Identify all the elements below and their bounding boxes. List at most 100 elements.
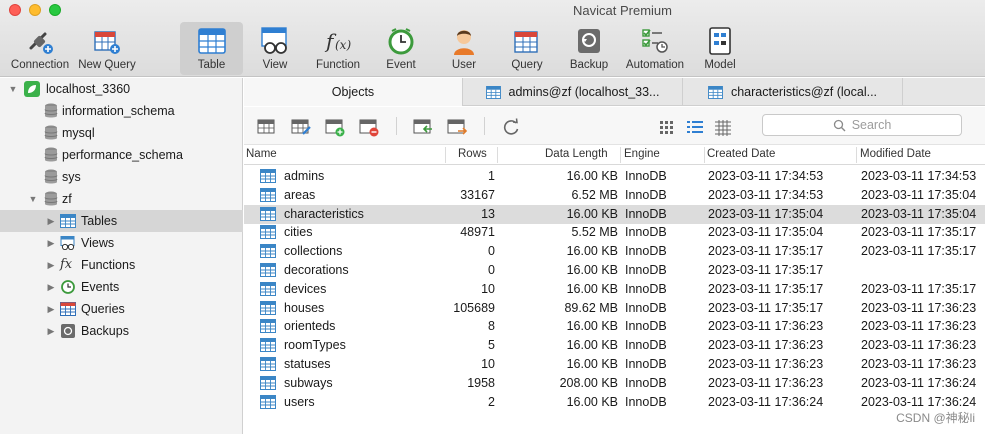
cell-name: statuses [284, 357, 331, 371]
tree-backups[interactable]: ▶ Backups [0, 320, 243, 342]
new-table-icon[interactable] [324, 117, 346, 137]
tab-label: admins@zf (localhost_33... [508, 85, 660, 99]
search-input[interactable]: Search [762, 114, 962, 136]
column-header-rows[interactable]: Rows [458, 148, 487, 160]
cell-modified-date: 2023-03-11 17:35:17 [861, 225, 977, 240]
table-icon [196, 25, 228, 57]
plug-icon [24, 25, 56, 57]
toolbar-label: Connection [10, 59, 70, 71]
tree-db-mysql[interactable]: mysql [0, 122, 243, 144]
cell-data-length: 5.52 MB [571, 225, 618, 240]
table-icon [260, 375, 276, 390]
delete-table-icon[interactable] [358, 117, 380, 137]
backup-button[interactable]: Backup [566, 22, 612, 75]
database-name: performance_schema [62, 148, 183, 162]
tree-events[interactable]: ▶ Events [0, 276, 243, 298]
open-table-icon[interactable] [256, 117, 278, 137]
table-row[interactable]: subways 1958 208.00 KB InnoDB 2023-03-11 17:… [244, 374, 985, 393]
connection-button[interactable]: Connection [8, 22, 72, 75]
function-button[interactable]: f (x) Function [310, 22, 366, 75]
table-row[interactable]: users 2 16.00 KB InnoDB 2023-03-11 17:36:24 2… [244, 393, 985, 412]
table-row[interactable]: areas 33167 6.52 MB InnoDB 2023-03-11 17:34:… [244, 186, 985, 205]
grid-view-icon[interactable] [656, 117, 678, 137]
cell-data-length: 16.00 KB [566, 357, 618, 371]
list-view-icon[interactable] [684, 117, 706, 137]
cell-created-date: 2023-03-11 17:34:53 [708, 187, 824, 202]
expand-triangle-icon[interactable]: ▶ [46, 304, 56, 314]
expand-triangle-icon[interactable]: ▼ [28, 194, 38, 204]
tree-db-information-schema[interactable]: information_schema [0, 100, 243, 122]
tab-bar: Objects admins@zf (localhost_33... chara… [244, 78, 985, 106]
refresh-icon[interactable] [500, 117, 522, 137]
tree-queries[interactable]: ▶ Queries [0, 298, 243, 320]
expand-triangle-icon[interactable]: ▶ [46, 260, 56, 270]
tree-db-sys[interactable]: sys [0, 166, 243, 188]
tree-db-zf[interactable]: ▼ zf [0, 188, 243, 210]
table-icon [260, 206, 276, 221]
table-row[interactable]: characteristics 13 16.00 KB InnoDB 2023-03-1… [244, 204, 985, 224]
expand-triangle-icon[interactable]: ▶ [46, 282, 56, 292]
tree-db-performance-schema[interactable]: performance_schema [0, 144, 243, 166]
table-icon [708, 85, 723, 99]
cell-name: roomTypes [284, 338, 346, 353]
query-button[interactable]: Query [506, 22, 548, 75]
cell-created-date: 2023-03-11 17:35:17 [708, 244, 824, 259]
expand-triangle-icon[interactable]: ▶ [46, 238, 56, 248]
import-wizard-icon[interactable] [412, 117, 434, 137]
table-icon [260, 357, 276, 371]
tab-admins[interactable]: admins@zf (localhost_33... [463, 78, 683, 106]
column-divider[interactable] [704, 147, 705, 163]
new-query-button[interactable]: New Query [76, 22, 138, 75]
table-row[interactable]: orienteds 8 16.00 KB InnoDB 2023-03-11 17:36… [244, 317, 985, 336]
column-header-created-date[interactable]: Created Date [707, 148, 775, 160]
tree-views[interactable]: ▶ Views [0, 232, 243, 254]
cell-name: decorations [284, 263, 349, 277]
table-row[interactable]: cities 48971 5.52 MB InnoDB 2023-03-11 17:35… [244, 223, 985, 242]
table-row[interactable]: collections 0 16.00 KB InnoDB 2023-03-11 17:… [244, 242, 985, 261]
model-button[interactable]: Model [700, 22, 740, 75]
column-divider[interactable] [856, 147, 857, 163]
user-button[interactable]: User [443, 22, 485, 75]
table-row[interactable]: statuses 10 16.00 KB InnoDB 2023-03-11 17:36… [244, 355, 985, 374]
table-icon [260, 281, 276, 296]
tree-label: Queries [81, 302, 125, 316]
database-icon [44, 191, 58, 207]
export-wizard-icon[interactable] [446, 117, 468, 137]
column-divider[interactable] [497, 147, 498, 163]
cell-name: areas [284, 187, 316, 202]
tab-characteristics[interactable]: characteristics@zf (local... [683, 78, 903, 106]
column-divider[interactable] [445, 147, 446, 163]
expand-triangle-icon[interactable]: ▼ [8, 84, 18, 94]
column-header-data-length[interactable]: Data Length [545, 148, 608, 160]
search-icon [833, 119, 846, 131]
cell-rows: 105689 [453, 300, 495, 315]
cell-data-length: 16.00 KB [566, 394, 618, 409]
tree-tables[interactable]: ▶ Tables [0, 210, 243, 232]
detail-view-icon[interactable] [712, 117, 734, 137]
expand-triangle-icon[interactable]: ▶ [46, 326, 56, 336]
expand-triangle-icon[interactable]: ▶ [46, 216, 56, 226]
column-header-modified-date[interactable]: Modified Date [860, 148, 931, 160]
table-row[interactable]: admins 1 16.00 KB InnoDB 2023-03-11 17:34:53… [244, 167, 985, 186]
table-button[interactable]: Table [180, 22, 243, 75]
column-header-name[interactable]: Name [246, 148, 277, 160]
column-header-engine[interactable]: Engine [624, 148, 660, 160]
tree-connection-localhost[interactable]: ▼ localhost_3360 [0, 78, 243, 100]
tree-functions[interactable]: ▶ fx Functions [0, 254, 243, 276]
design-table-icon[interactable] [290, 117, 312, 137]
database-name: zf [62, 192, 72, 206]
automation-button[interactable]: Automation [624, 22, 686, 75]
view-button[interactable]: View [250, 22, 300, 75]
cell-name: admins [284, 169, 325, 183]
table-row[interactable]: devices 10 16.00 KB InnoDB 2023-03-11 17:35:… [244, 280, 985, 299]
column-divider[interactable] [620, 147, 621, 163]
table-icon [260, 244, 276, 259]
toolbar-label: User [451, 59, 477, 71]
event-button[interactable]: Event [378, 22, 424, 75]
table-row[interactable]: decorations 0 16.00 KB InnoDB 2023-03-11 17:… [244, 261, 985, 280]
function-icon: fx [60, 257, 73, 272]
tab-objects[interactable]: Objects [244, 78, 463, 106]
backup-icon [573, 25, 605, 57]
table-row[interactable]: houses 105689 89.62 MB InnoDB 2023-03-11 17:… [244, 299, 985, 318]
table-row[interactable]: roomTypes 5 16.00 KB InnoDB 2023-03-11 17:36… [244, 336, 985, 355]
